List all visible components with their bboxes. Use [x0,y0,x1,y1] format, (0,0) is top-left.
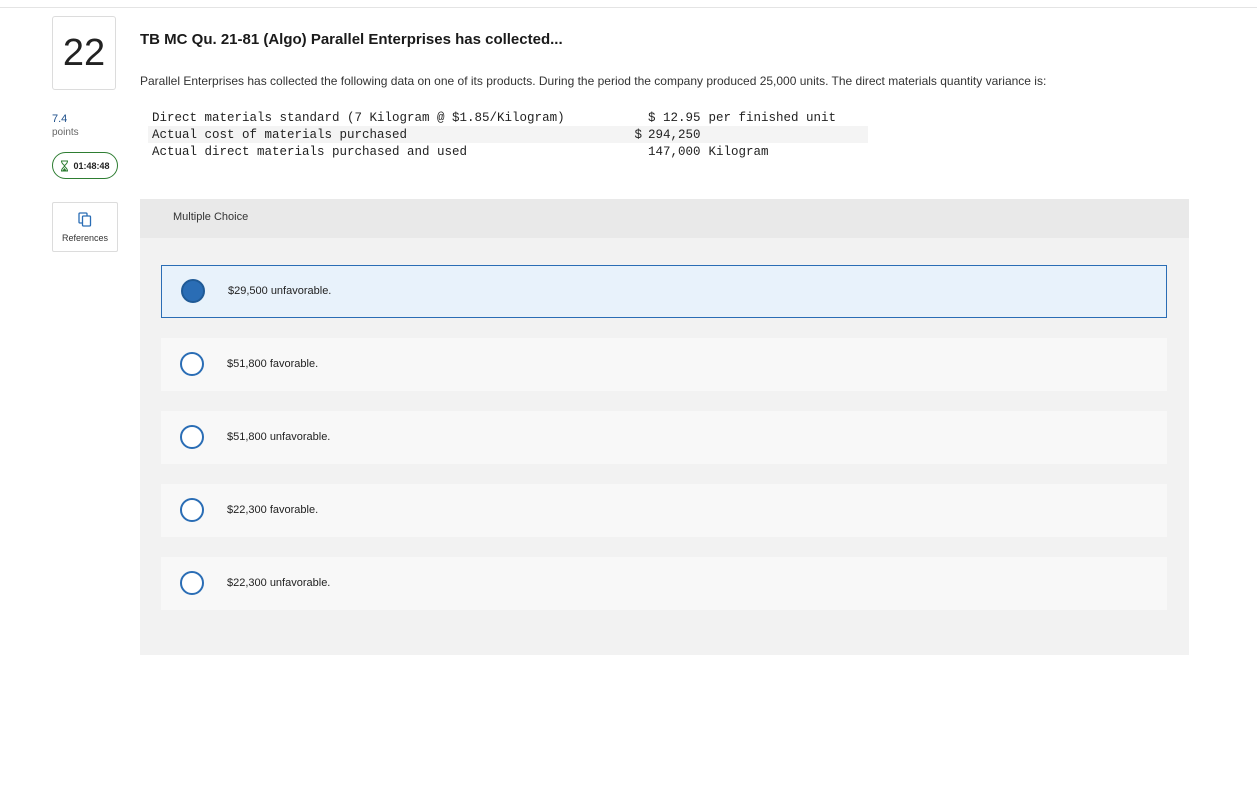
radio-selected-icon[interactable] [181,279,205,303]
copy-pages-icon [78,211,92,229]
answer-option[interactable]: $51,800 favorable. [161,338,1167,391]
row-unit: Kilogram [708,144,769,159]
row-currency: $ [624,126,644,143]
row-label: Actual cost of materials purchased [148,126,624,143]
row-unit [704,126,868,143]
radio-icon[interactable] [180,571,204,595]
row-value: 147,000 [648,144,701,159]
timer-badge: 01:48:48 [52,152,118,179]
row-unit: per finished unit [708,110,837,125]
radio-icon[interactable] [180,425,204,449]
row-currency [624,143,644,160]
references-button[interactable]: References [52,202,118,252]
table-row: Direct materials standard (7 Kilogram @ … [148,109,868,126]
points-label: points [52,127,79,138]
references-label: References [61,232,109,243]
row-value: $ 12.95 [648,110,701,125]
row-value: 294,250 [644,126,705,143]
row-currency [624,109,644,126]
option-label: $22,300 favorable. [227,504,319,516]
table-row: Actual cost of materials purchased $ 294… [148,126,868,143]
option-label: $22,300 unfavorable. [227,577,331,589]
question-number: 22 [52,16,116,90]
top-divider [0,7,1257,8]
answer-option[interactable]: $51,800 unfavorable. [161,411,1167,464]
row-label: Actual direct materials purchased and us… [152,144,468,159]
radio-icon[interactable] [180,498,204,522]
multiple-choice-label: Multiple Choice [173,211,249,223]
question-title: TB MC Qu. 21-81 (Algo) Parallel Enterpri… [140,31,563,48]
points-value: 7.4 [52,113,68,125]
question-prompt: Parallel Enterprises has collected the f… [140,74,1047,88]
answer-option[interactable]: $29,500 unfavorable. [161,265,1167,318]
radio-icon[interactable] [180,352,204,376]
hourglass-icon [60,160,69,172]
multiple-choice-header: Multiple Choice [140,199,1189,238]
multiple-choice-panel: Multiple Choice $29,500 unfavorable. $51… [140,199,1189,655]
data-table: Direct materials standard (7 Kilogram @ … [148,109,868,160]
answer-option[interactable]: $22,300 unfavorable. [161,557,1167,610]
answer-option[interactable]: $22,300 favorable. [161,484,1167,537]
option-label: $29,500 unfavorable. [228,285,332,297]
option-label: $51,800 favorable. [227,358,319,370]
row-label: Direct materials standard (7 Kilogram @ … [152,110,565,125]
timer-text: 01:48:48 [73,160,110,171]
table-row: Actual direct materials purchased and us… [148,143,868,160]
option-label: $51,800 unfavorable. [227,431,331,443]
